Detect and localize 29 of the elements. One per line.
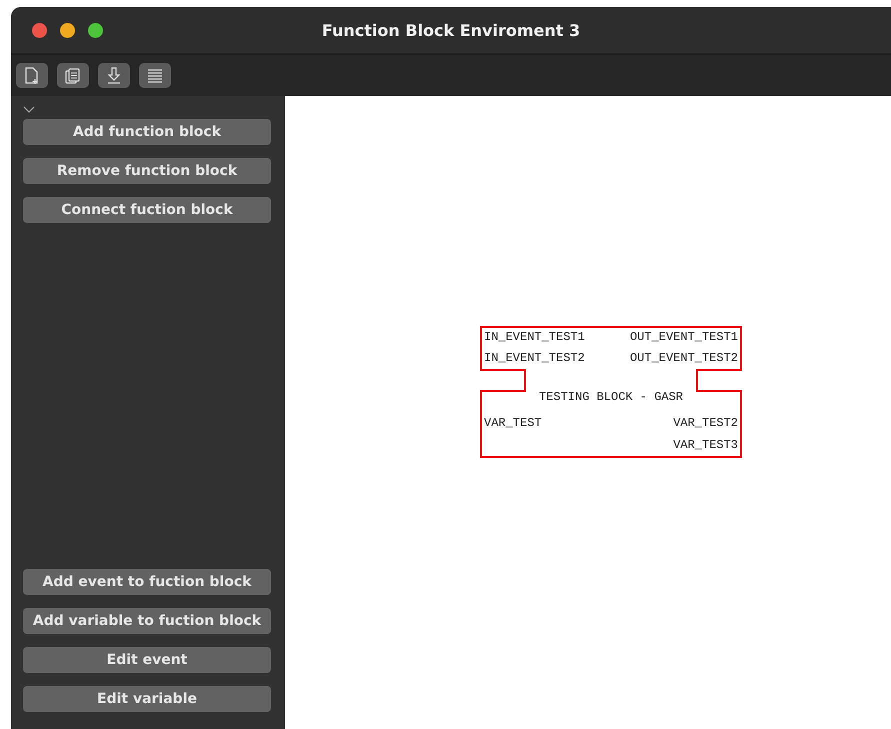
event-output-label: OUT_EVENT_TEST1 [630,329,738,345]
variable-output-label: VAR_TEST3 [673,437,738,453]
event-output-label: OUT_EVENT_TEST2 [630,350,738,366]
window-title: Function Block Enviroment 3 [322,20,580,40]
chevron-icon[interactable] [23,106,35,114]
function-block-outline[interactable] [480,326,742,458]
close-button[interactable] [32,22,47,38]
toolbar-button[interactable] [57,63,89,88]
sidebar-button[interactable]: Add function block [23,119,271,145]
list-icon [147,68,163,82]
download-icon [106,66,122,84]
new-file-icon [24,66,40,84]
toolbar-button[interactable] [139,63,171,88]
sidebar-button[interactable]: Remove function block [23,158,271,184]
sidebar-button[interactable]: Edit variable [23,686,271,712]
minimize-button[interactable] [60,22,75,38]
toolbar-button[interactable] [16,63,48,88]
toolbar-button[interactable] [98,63,130,88]
sidebar-button[interactable]: Add event to fuction block [23,569,271,595]
event-input-label: IN_EVENT_TEST2 [484,350,585,366]
sidebar-button[interactable]: Edit event [23,647,271,673]
block-title: TESTING BLOCK - GASR [538,389,684,405]
variable-input-label: VAR_TEST [484,415,542,431]
copy-icon [65,68,81,84]
event-input-label: IN_EVENT_TEST1 [484,329,585,345]
sidebar-button[interactable]: Connect fuction block [23,197,271,223]
zoom-button[interactable] [88,22,103,38]
sidebar-button[interactable]: Add variable to fuction block [23,608,271,634]
variable-output-label: VAR_TEST2 [673,415,738,431]
